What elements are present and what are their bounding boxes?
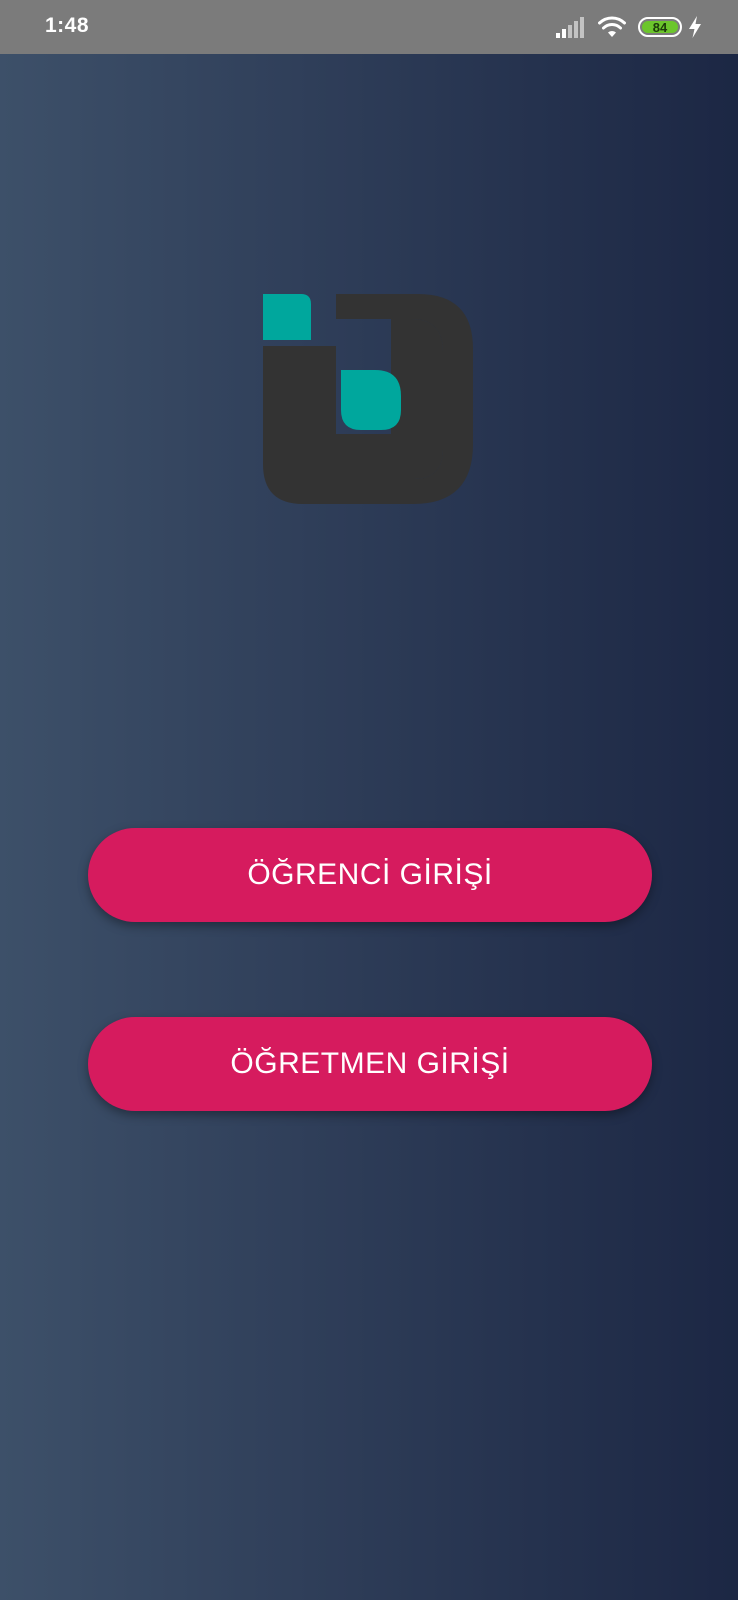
signal-icon	[556, 17, 584, 38]
status-icons: 84	[556, 14, 702, 40]
charging-icon	[689, 16, 701, 38]
battery-level: 84	[652, 19, 668, 35]
app-logo	[263, 294, 473, 504]
student-login-button[interactable]: ÖĞRENCİ GİRİŞİ	[88, 828, 652, 922]
login-screen: 1:48 84 ÖĞRENCİ GİRİŞİ ÖĞRETMEN GİRİŞİ	[0, 0, 738, 1600]
teacher-login-button[interactable]: ÖĞRETMEN GİRİŞİ	[88, 1017, 652, 1111]
status-bar: 1:48 84	[0, 0, 738, 54]
wifi-icon	[598, 16, 626, 37]
battery-icon: 84	[638, 17, 682, 37]
status-time: 1:48	[45, 14, 90, 37]
